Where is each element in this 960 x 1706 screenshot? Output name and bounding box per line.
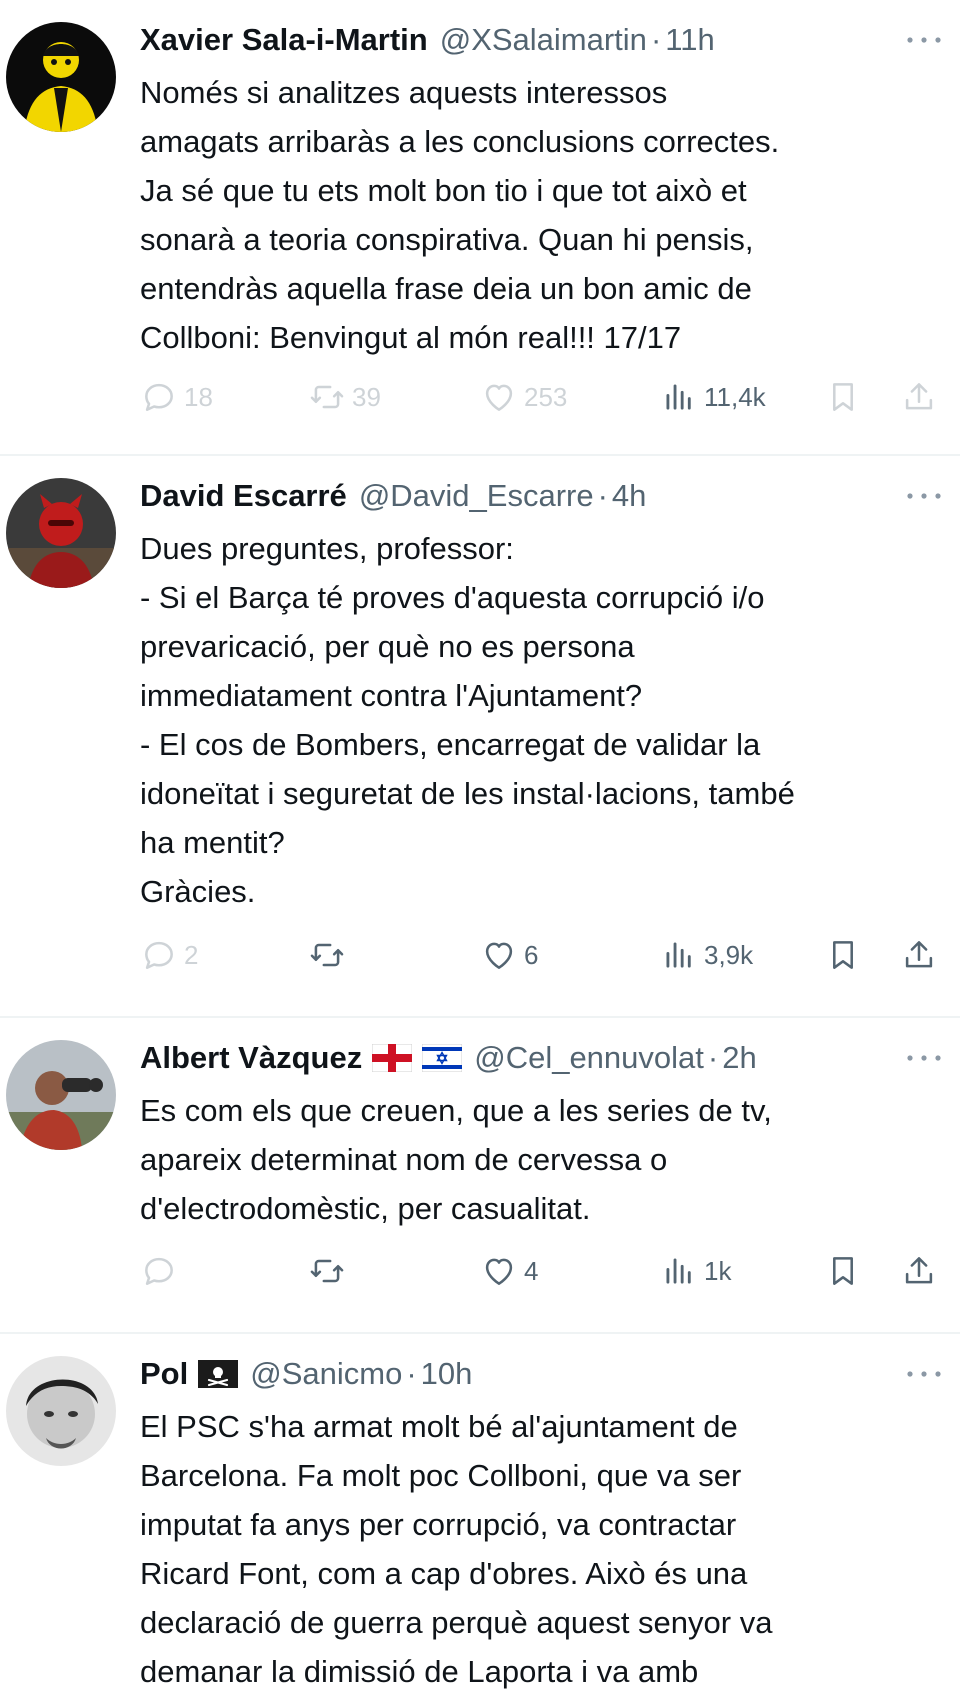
retweet-arrows-icon (308, 1252, 346, 1290)
author-handle[interactable]: @XSalaimartin (440, 22, 647, 58)
retweet-button[interactable] (308, 1246, 346, 1296)
tweet[interactable]: David Escarré @David_Escarre · 4h Dues p… (0, 456, 960, 1018)
tweet[interactable]: Albert Vàzquez @Cel_ennuvolat · 2h Es co… (0, 1018, 960, 1334)
heart-icon (480, 936, 518, 974)
share-upload-icon (900, 378, 938, 416)
like-button[interactable]: 6 (480, 930, 538, 980)
separator-dot: · (597, 478, 608, 513)
share-button[interactable] (900, 372, 938, 422)
tweet-time[interactable]: 2h (722, 1040, 756, 1076)
more-options-button[interactable] (902, 1352, 946, 1396)
reply-button[interactable] (140, 1246, 178, 1296)
tweet-actions: 18 39 253 11,4k (140, 372, 940, 422)
ellipsis-icon (904, 1052, 944, 1064)
author-name[interactable]: Albert Vàzquez (140, 1040, 362, 1076)
bookmark-button[interactable] (824, 372, 862, 422)
tweet-text: El PSC s'ha armat molt bé al'ajuntament … (140, 1409, 773, 1689)
more-options-button[interactable] (902, 1036, 946, 1080)
author-name[interactable]: Xavier Sala-i-Martin (140, 22, 428, 58)
share-upload-icon (900, 1252, 938, 1290)
bar-chart-icon (660, 378, 698, 416)
heart-icon (480, 1252, 518, 1290)
separator-dot: · (406, 1356, 417, 1391)
author-name[interactable]: Pol (140, 1356, 188, 1392)
tweet-text: Només si analitzes aquests interessos am… (140, 75, 780, 355)
pirate-flag-icon (198, 1360, 239, 1388)
retweet-button[interactable]: 39 (308, 372, 381, 422)
israel-flag-icon (422, 1044, 463, 1072)
views-count: 1k (704, 1255, 732, 1286)
ellipsis-icon (904, 34, 944, 46)
retweet-count: 39 (352, 381, 381, 412)
tweet-actions: 4 1k (140, 1246, 940, 1296)
bookmark-button[interactable] (824, 1246, 862, 1296)
views-button[interactable]: 11,4k (660, 372, 766, 422)
retweet-arrows-icon (308, 936, 346, 974)
tweet[interactable]: Xavier Sala-i-Martin @XSalaimartin · 11h… (0, 0, 960, 456)
share-button[interactable] (900, 930, 938, 980)
ellipsis-icon (904, 1368, 944, 1380)
tweet-time[interactable]: 10h (421, 1356, 473, 1392)
reply-count: 18 (184, 381, 213, 412)
bookmark-icon (824, 936, 862, 974)
author-name[interactable]: David Escarré (140, 478, 347, 514)
bookmark-icon (824, 378, 862, 416)
author-handle[interactable]: @Cel_ennuvolat (474, 1040, 704, 1076)
bookmark-icon (824, 1252, 862, 1290)
england-flag-icon (372, 1044, 413, 1072)
heart-icon (480, 378, 518, 416)
retweet-arrows-icon (308, 378, 346, 416)
retweet-button[interactable] (308, 930, 346, 980)
speech-bubble-icon (140, 378, 178, 416)
like-button[interactable]: 4 (480, 1246, 538, 1296)
bar-chart-icon (660, 936, 698, 974)
tweet-text: Es com els que creuen, que a les series … (140, 1093, 772, 1226)
views-button[interactable]: 3,9k (660, 930, 753, 980)
bookmark-button[interactable] (824, 930, 862, 980)
author-handle[interactable]: @David_Escarre (359, 478, 594, 514)
share-upload-icon (900, 936, 938, 974)
views-button[interactable]: 1k (660, 1246, 731, 1296)
tweet-actions: 2 6 3,9k (140, 930, 940, 980)
tweet-time[interactable]: 11h (665, 22, 714, 58)
author-handle[interactable]: @Sanicmo (250, 1356, 402, 1392)
avatar[interactable] (6, 478, 116, 588)
reply-button[interactable]: 18 (140, 372, 213, 422)
reply-button[interactable]: 2 (140, 930, 198, 980)
reply-count: 2 (184, 939, 199, 970)
like-count: 6 (524, 939, 539, 970)
speech-bubble-icon (140, 1252, 178, 1290)
avatar[interactable] (6, 22, 116, 132)
speech-bubble-icon (140, 936, 178, 974)
views-count: 3,9k (704, 939, 754, 970)
like-count: 4 (524, 1255, 539, 1286)
tweet-text: Dues preguntes, professor: - Si el Barça… (140, 531, 795, 909)
like-button[interactable]: 253 (480, 372, 567, 422)
share-button[interactable] (900, 1246, 938, 1296)
like-count: 253 (524, 381, 568, 412)
more-options-button[interactable] (902, 474, 946, 518)
separator-dot: · (707, 1040, 719, 1075)
tweet-time[interactable]: 4h (612, 478, 646, 514)
more-options-button[interactable] (902, 18, 946, 62)
tweet[interactable]: Pol @Sanicmo · 10h El PSC s'ha armat mol… (0, 1334, 960, 1706)
bar-chart-icon (660, 1252, 698, 1290)
separator-dot: · (650, 22, 662, 57)
avatar[interactable] (6, 1356, 116, 1466)
views-count: 11,4k (704, 381, 766, 412)
avatar[interactable] (6, 1040, 116, 1150)
ellipsis-icon (904, 490, 944, 502)
